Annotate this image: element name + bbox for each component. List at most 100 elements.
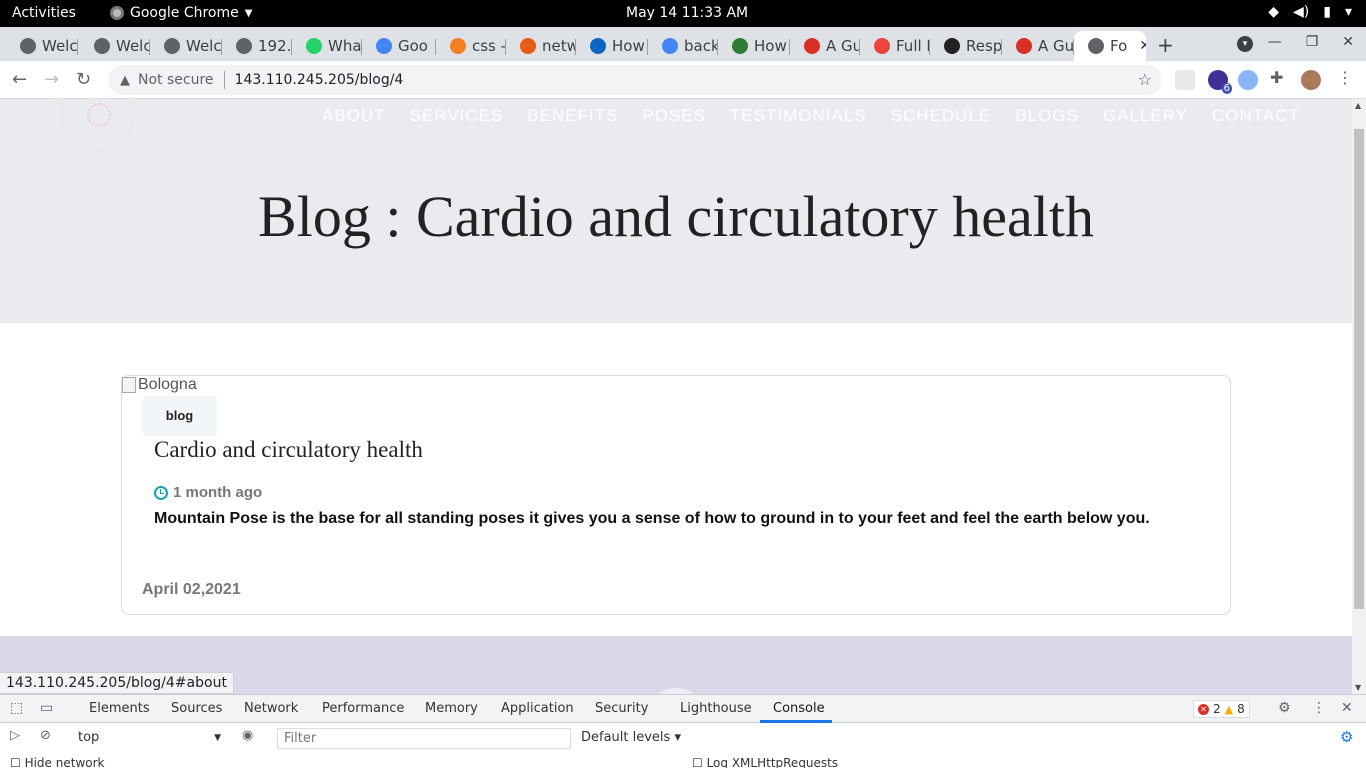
tab-favicon-icon <box>520 38 536 54</box>
browser-tab[interactable]: css - <box>436 31 506 61</box>
system-tray[interactable]: ◆ ◀) ▮ ▾ <box>1268 4 1352 20</box>
tab-favicon-icon <box>450 38 466 54</box>
error-icon: ✕ <box>1198 703 1209 715</box>
browser-tab[interactable]: A Gu <box>1002 31 1074 61</box>
hide-network-checkbox[interactable]: ☐ Hide network <box>10 756 104 768</box>
tab-favicon-icon <box>164 38 180 54</box>
url-text[interactable]: 143.110.245.205/blog/4 <box>235 72 404 88</box>
devtools-tab-bar: ⬚ ▭ Elements Sources Network Performance Mem… <box>0 695 1366 723</box>
browser-tab[interactable]: Welc <box>80 31 150 61</box>
app-menu[interactable]: Google Chrome ▼ <box>110 5 252 21</box>
tab-label: 192. <box>258 37 292 55</box>
tab-label: back <box>684 37 718 55</box>
nav-link-contact[interactable]: CONTACT <box>1212 106 1300 126</box>
browser-tab[interactable]: Goo <box>362 31 436 61</box>
window-controls: — ❐ ✕ <box>1268 34 1354 50</box>
browser-tab[interactable]: Welc <box>150 31 222 61</box>
console-filter-input[interactable] <box>277 728 571 749</box>
devtools-tab-memory[interactable]: Memory <box>425 701 478 716</box>
bookmark-star-icon[interactable]: ☆ <box>1138 70 1152 89</box>
browser-tab[interactable]: Full I <box>860 31 930 61</box>
clear-console-icon[interactable]: ⊘ <box>40 728 51 743</box>
forward-icon[interactable]: → <box>44 69 59 90</box>
tab-label: netw <box>542 37 576 55</box>
browser-tab[interactable]: back <box>648 31 718 61</box>
address-bar[interactable]: ▲ Not secure 143.110.245.205/blog/4 ☆ <box>108 65 1162 95</box>
app-menu-label: Google Chrome <box>130 5 239 21</box>
devtools-tab-performance[interactable]: Performance <box>322 701 404 716</box>
activities-button[interactable]: Activities <box>12 5 76 21</box>
live-expression-eye-icon[interactable]: ◉ <box>242 728 253 743</box>
nav-link-testimonials[interactable]: TESTIMONIALS <box>730 106 867 126</box>
new-tab-button[interactable]: + <box>1157 33 1174 57</box>
sidebar-toggle-icon[interactable]: ▷ <box>10 728 20 743</box>
nav-link-benefits[interactable]: BENEFITS <box>527 106 618 126</box>
tab-search-icon[interactable]: ▾ <box>1237 36 1253 52</box>
inspect-element-icon[interactable]: ⬚ <box>10 700 23 716</box>
close-window-icon[interactable]: ✕ <box>1342 34 1354 50</box>
tab-label: Resp <box>966 37 1002 55</box>
tab-favicon-icon <box>590 38 606 54</box>
scroll-down-icon[interactable]: ▼ <box>1355 683 1361 692</box>
devtools-tab-network[interactable]: Network <box>244 701 298 716</box>
extension-badge-icon[interactable]: 6 <box>1208 70 1232 94</box>
restore-icon[interactable]: ❐ <box>1306 34 1319 50</box>
back-icon[interactable]: ← <box>12 69 27 90</box>
devtools-close-icon[interactable]: ✕ <box>1341 700 1353 716</box>
tab-separator <box>77 39 78 55</box>
log-levels-dropdown[interactable]: Default levels ▾ <box>581 730 681 745</box>
scroll-up-icon[interactable]: ▲ <box>1355 101 1361 110</box>
browser-tab[interactable]: Welc <box>6 31 78 61</box>
devtools-tab-application[interactable]: Application <box>501 701 574 716</box>
battery-icon: ▮ <box>1323 4 1331 20</box>
browser-tab[interactable]: netw <box>506 31 576 61</box>
extension-grid-icon[interactable] <box>1175 70 1195 90</box>
nav-link-services[interactable]: SERVICES <box>410 106 504 126</box>
devtools-tab-security[interactable]: Security <box>595 701 648 716</box>
console-settings-icon[interactable]: ⚙ <box>1340 728 1353 746</box>
devtools-settings-icon[interactable]: ⚙ <box>1278 700 1291 716</box>
issues-counter[interactable]: ✕ 2 ▲ 8 <box>1193 700 1250 718</box>
browser-tab[interactable]: Resp <box>930 31 1002 61</box>
nav-link-gallery[interactable]: GALLERY <box>1103 106 1188 126</box>
extension-info-icon[interactable] <box>1238 70 1258 90</box>
page-scrollbar[interactable]: ▲ ▼ <box>1352 99 1366 694</box>
devtools-panel: ⬚ ▭ Elements Sources Network Performance Mem… <box>0 694 1366 768</box>
site-logo[interactable] <box>62 99 134 151</box>
security-indicator[interactable]: Not secure <box>138 72 214 88</box>
system-clock[interactable]: May 14 11:33 AM <box>626 5 748 21</box>
image-alt-text: Bologna <box>138 376 197 393</box>
browser-tab[interactable]: How <box>718 31 790 61</box>
nav-link-schedule[interactable]: SCHEDULE <box>891 106 992 126</box>
extensions-puzzle-icon[interactable]: ✚ <box>1270 68 1290 88</box>
log-xhr-label: Log XMLHttpRequests <box>706 756 839 768</box>
devtools-tab-sources[interactable]: Sources <box>171 701 222 716</box>
context-selector[interactable]: top <box>70 728 225 748</box>
devtools-menu-icon[interactable]: ⋮ <box>1312 700 1326 716</box>
hide-network-label: Hide network <box>24 756 105 768</box>
minimize-icon[interactable]: — <box>1268 34 1282 50</box>
blog-card-title[interactable]: Cardio and circulatory health <box>154 437 423 463</box>
log-xhr-checkbox[interactable]: ☐ Log XMLHttpRequests <box>692 756 838 768</box>
browser-tab[interactable]: Fo ✕ <box>1074 31 1146 61</box>
nav-link-about[interactable]: ABOUT <box>322 106 386 126</box>
close-tab-icon[interactable]: ✕ <box>1139 38 1146 54</box>
nav-link-blogs[interactable]: BLOGS <box>1015 106 1079 126</box>
browser-tab[interactable]: How <box>576 31 648 61</box>
warning-icon[interactable]: ▲ <box>120 73 130 88</box>
reload-icon[interactable]: ↻ <box>76 69 91 90</box>
blog-card: Bologna blog Cardio and circulatory heal… <box>121 375 1231 615</box>
profile-avatar[interactable] <box>1301 70 1321 90</box>
devtools-tab-elements[interactable]: Elements <box>89 701 150 716</box>
tab-favicon-icon <box>306 38 322 54</box>
browser-tab[interactable]: Wha <box>292 31 362 61</box>
devtools-tab-lighthouse[interactable]: Lighthouse <box>680 701 752 716</box>
device-toolbar-icon[interactable]: ▭ <box>40 700 53 716</box>
devtools-tab-console[interactable]: Console <box>773 701 825 716</box>
browser-tab[interactable]: 192. <box>222 31 292 61</box>
nav-link-poses[interactable]: POSES <box>642 106 706 126</box>
browser-tab[interactable]: A Gu <box>790 31 860 61</box>
scrollbar-thumb[interactable] <box>1354 129 1364 609</box>
browser-menu-icon[interactable]: ⋮ <box>1337 68 1357 88</box>
log-levels-label: Default levels <box>581 730 671 745</box>
